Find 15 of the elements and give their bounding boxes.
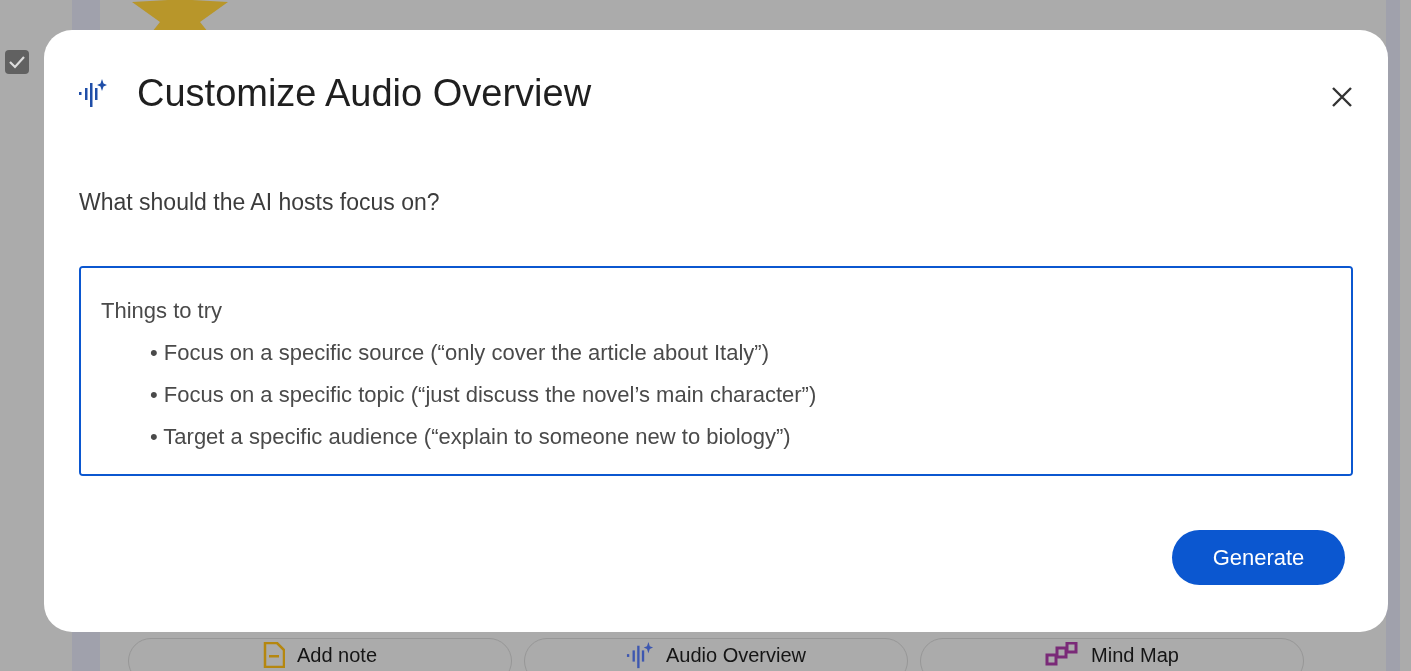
generate-button[interactable]: Generate	[1172, 529, 1345, 585]
prompt-label: What should the AI hosts focus on?	[79, 188, 441, 217]
checkbox[interactable]	[5, 50, 29, 74]
star-icon	[132, 0, 228, 32]
note-icon	[262, 642, 285, 668]
action-button[interactable]: Add note	[128, 638, 512, 671]
dialog-title: Customize Audio Overview	[137, 71, 593, 117]
mind-map-icon	[1045, 642, 1080, 666]
action-button[interactable]: Mind Map	[920, 638, 1304, 671]
check-icon	[9, 55, 25, 69]
audio-sparkle-icon	[625, 642, 654, 670]
focus-input-field[interactable]: Things to try • Focus on a specific source (“only cover the article about Italy”) • Focus on a specific topic (“just discuss the novel’s main character”) • Target a specific audience (“explain to someone new to biology”)	[79, 265, 1353, 476]
audio-sparkle-icon	[79, 79, 107, 109]
close-icon	[1331, 85, 1353, 108]
action-button[interactable]: Audio Overview	[524, 638, 908, 671]
